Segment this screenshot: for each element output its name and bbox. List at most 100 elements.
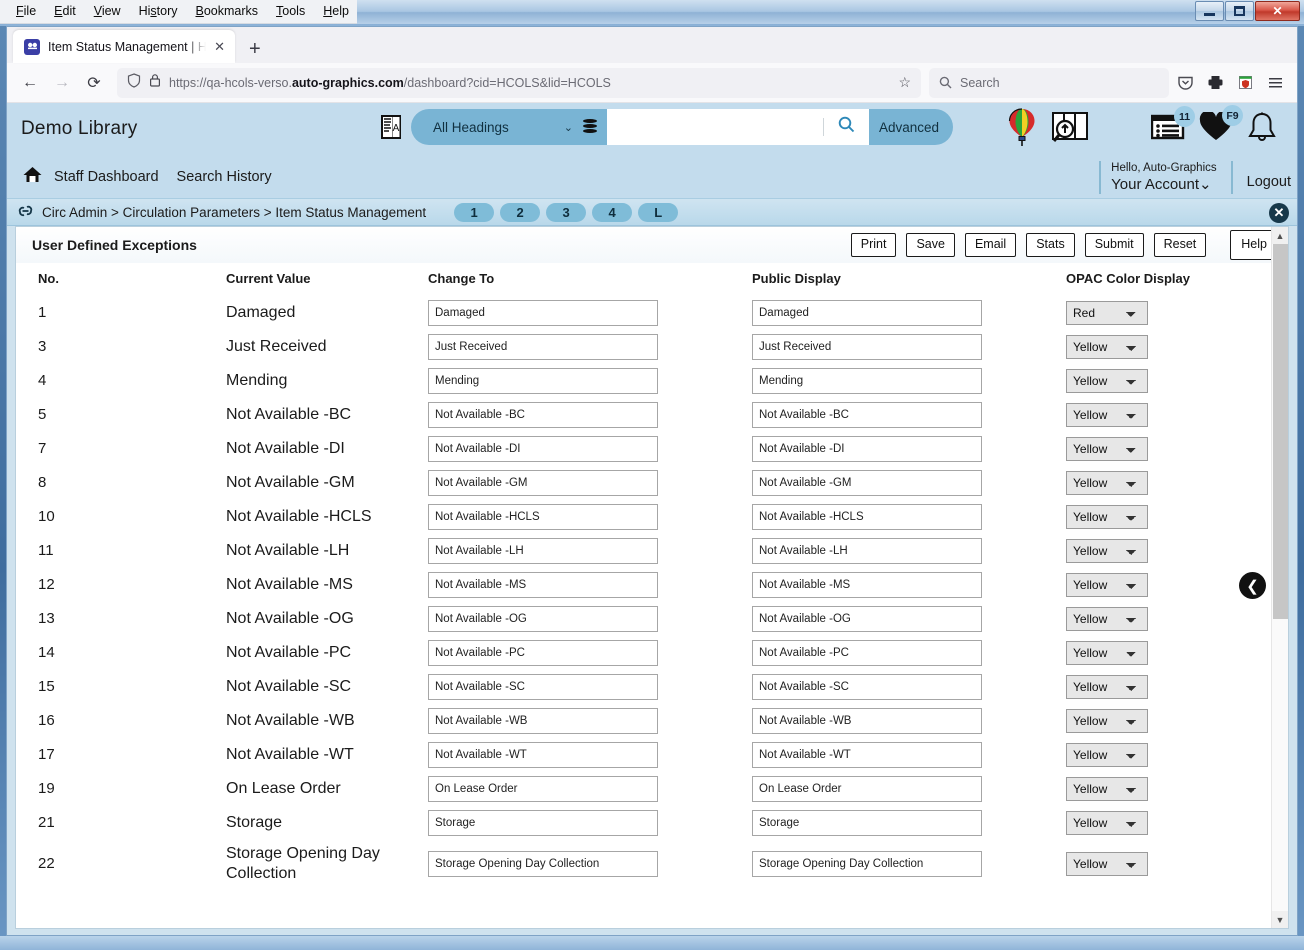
change-to-input[interactable] <box>428 851 658 878</box>
change-to-input[interactable] <box>428 470 658 496</box>
public-display-input[interactable] <box>752 572 982 598</box>
public-display-input[interactable] <box>752 742 982 768</box>
bookmark-star-icon[interactable]: ☆ <box>896 74 913 91</box>
nav-search-history[interactable]: Search History <box>177 169 272 185</box>
public-display-input[interactable] <box>752 640 982 666</box>
printer-icon[interactable] <box>1201 69 1229 97</box>
change-to-input[interactable] <box>428 436 658 462</box>
opac-color-select[interactable]: RedYellowGreenNone <box>1066 573 1148 597</box>
save-button[interactable]: Save <box>906 233 955 257</box>
opac-color-select[interactable]: RedYellowGreenNone <box>1066 471 1148 495</box>
panel-scrollbar[interactable]: ▲ ▼ <box>1271 227 1288 928</box>
public-display-input[interactable] <box>752 436 982 462</box>
public-display-input[interactable] <box>752 606 982 632</box>
change-to-input[interactable] <box>428 640 658 666</box>
opac-color-select[interactable]: RedYellowGreenNone <box>1066 301 1148 325</box>
opac-color-select[interactable]: RedYellowGreenNone <box>1066 335 1148 359</box>
change-to-input[interactable] <box>428 504 658 530</box>
opac-color-select[interactable]: RedYellowGreenNone <box>1066 852 1148 877</box>
menu-help[interactable]: Help <box>315 2 357 22</box>
favorites-heart-icon[interactable]: F9 <box>1199 105 1243 142</box>
opac-color-select[interactable]: RedYellowGreenNone <box>1066 777 1148 801</box>
search-submit-icon[interactable] <box>830 116 863 138</box>
browser-search-bar[interactable]: Search <box>929 67 1169 98</box>
change-to-input[interactable] <box>428 334 658 360</box>
page-pill-4[interactable]: 4 <box>592 202 633 222</box>
change-to-input[interactable] <box>428 708 658 734</box>
public-display-input[interactable] <box>752 368 982 394</box>
opac-color-select[interactable]: RedYellowGreenNone <box>1066 641 1148 665</box>
public-display-input[interactable] <box>752 402 982 428</box>
opac-color-select[interactable]: RedYellowGreenNone <box>1066 369 1148 393</box>
change-to-input[interactable] <box>428 402 658 428</box>
breadcrumb-text[interactable]: Circ Admin > Circulation Parameters > It… <box>42 205 426 220</box>
catalog-search-icon[interactable] <box>1051 110 1089 144</box>
change-to-input[interactable] <box>428 572 658 598</box>
opac-color-select[interactable]: RedYellowGreenNone <box>1066 675 1148 699</box>
public-display-input[interactable] <box>752 334 982 360</box>
public-display-input[interactable] <box>752 470 982 496</box>
public-display-input[interactable] <box>752 674 982 700</box>
my-lists-icon[interactable]: 11 <box>1151 106 1195 141</box>
change-to-input[interactable] <box>428 810 658 836</box>
opac-color-select[interactable]: RedYellowGreenNone <box>1066 403 1148 427</box>
extension-icon[interactable] <box>1231 69 1259 97</box>
menu-file[interactable]: File <box>8 2 44 22</box>
opac-color-select[interactable]: RedYellowGreenNone <box>1066 811 1148 835</box>
change-to-input[interactable] <box>428 368 658 394</box>
opac-color-select[interactable]: RedYellowGreenNone <box>1066 607 1148 631</box>
change-to-input[interactable] <box>428 776 658 802</box>
menu-edit[interactable]: Edit <box>46 2 84 22</box>
change-to-input[interactable] <box>428 300 658 326</box>
previous-page-button[interactable]: ❮ <box>1239 572 1266 599</box>
close-window-button[interactable]: ✕ <box>1255 1 1300 21</box>
forward-button[interactable]: → <box>47 68 77 98</box>
scrollbar-track[interactable] <box>1271 244 1288 911</box>
reset-button[interactable]: Reset <box>1153 233 1207 257</box>
maximize-button[interactable] <box>1225 1 1254 21</box>
address-bar[interactable]: https://qa-hcols-verso.auto-graphics.com… <box>117 67 921 98</box>
public-display-input[interactable] <box>752 504 982 530</box>
public-display-input[interactable] <box>752 300 982 326</box>
change-to-input[interactable] <box>428 742 658 768</box>
public-display-input[interactable] <box>752 810 982 836</box>
email-button[interactable]: Email <box>964 233 1017 257</box>
opac-color-select[interactable]: RedYellowGreenNone <box>1066 437 1148 461</box>
opac-color-select[interactable]: RedYellowGreenNone <box>1066 743 1148 767</box>
page-pill-2[interactable]: 2 <box>500 202 541 222</box>
scrollbar-thumb[interactable] <box>1272 244 1288 619</box>
notifications-bell-icon[interactable] <box>1247 111 1277 143</box>
new-tab-button[interactable]: + <box>235 39 273 63</box>
page-pill-l[interactable]: L <box>638 202 679 222</box>
menu-history[interactable]: History <box>131 2 186 22</box>
home-icon[interactable] <box>23 166 42 187</box>
reload-button[interactable]: ⟳ <box>79 68 109 98</box>
menu-bookmarks[interactable]: Bookmarks <box>188 2 267 22</box>
logout-link[interactable]: Logout <box>1230 161 1291 194</box>
scroll-down-arrow[interactable]: ▼ <box>1271 911 1288 928</box>
public-display-input[interactable] <box>752 776 982 802</box>
public-display-input[interactable] <box>752 538 982 564</box>
opac-color-select[interactable]: RedYellowGreenNone <box>1066 709 1148 733</box>
tab-close-icon[interactable]: ✕ <box>214 40 225 53</box>
browser-tab-active[interactable]: Item Status Management | HCO ✕ <box>13 30 235 63</box>
back-button[interactable]: ← <box>15 68 45 98</box>
database-icon[interactable] <box>583 119 597 135</box>
page-pill-3[interactable]: 3 <box>546 202 587 222</box>
minimize-button[interactable] <box>1195 1 1224 21</box>
stats-button[interactable]: Stats <box>1026 233 1075 257</box>
opac-color-select[interactable]: RedYellowGreenNone <box>1066 505 1148 529</box>
scroll-up-arrow[interactable]: ▲ <box>1271 227 1288 244</box>
change-to-input[interactable] <box>428 538 658 564</box>
change-to-input[interactable] <box>428 606 658 632</box>
search-input-container[interactable] <box>607 109 869 145</box>
close-breadcrumb-icon[interactable]: ✕ <box>1269 203 1289 223</box>
menu-tools[interactable]: Tools <box>268 2 313 22</box>
change-to-input[interactable] <box>428 674 658 700</box>
balloon-icon[interactable] <box>1007 107 1037 147</box>
global-search-input[interactable] <box>617 119 823 135</box>
submit-button[interactable]: Submit <box>1084 233 1144 257</box>
menu-view[interactable]: View <box>86 2 129 22</box>
pocket-icon[interactable] <box>1171 69 1199 97</box>
print-button[interactable]: Print <box>850 233 897 257</box>
